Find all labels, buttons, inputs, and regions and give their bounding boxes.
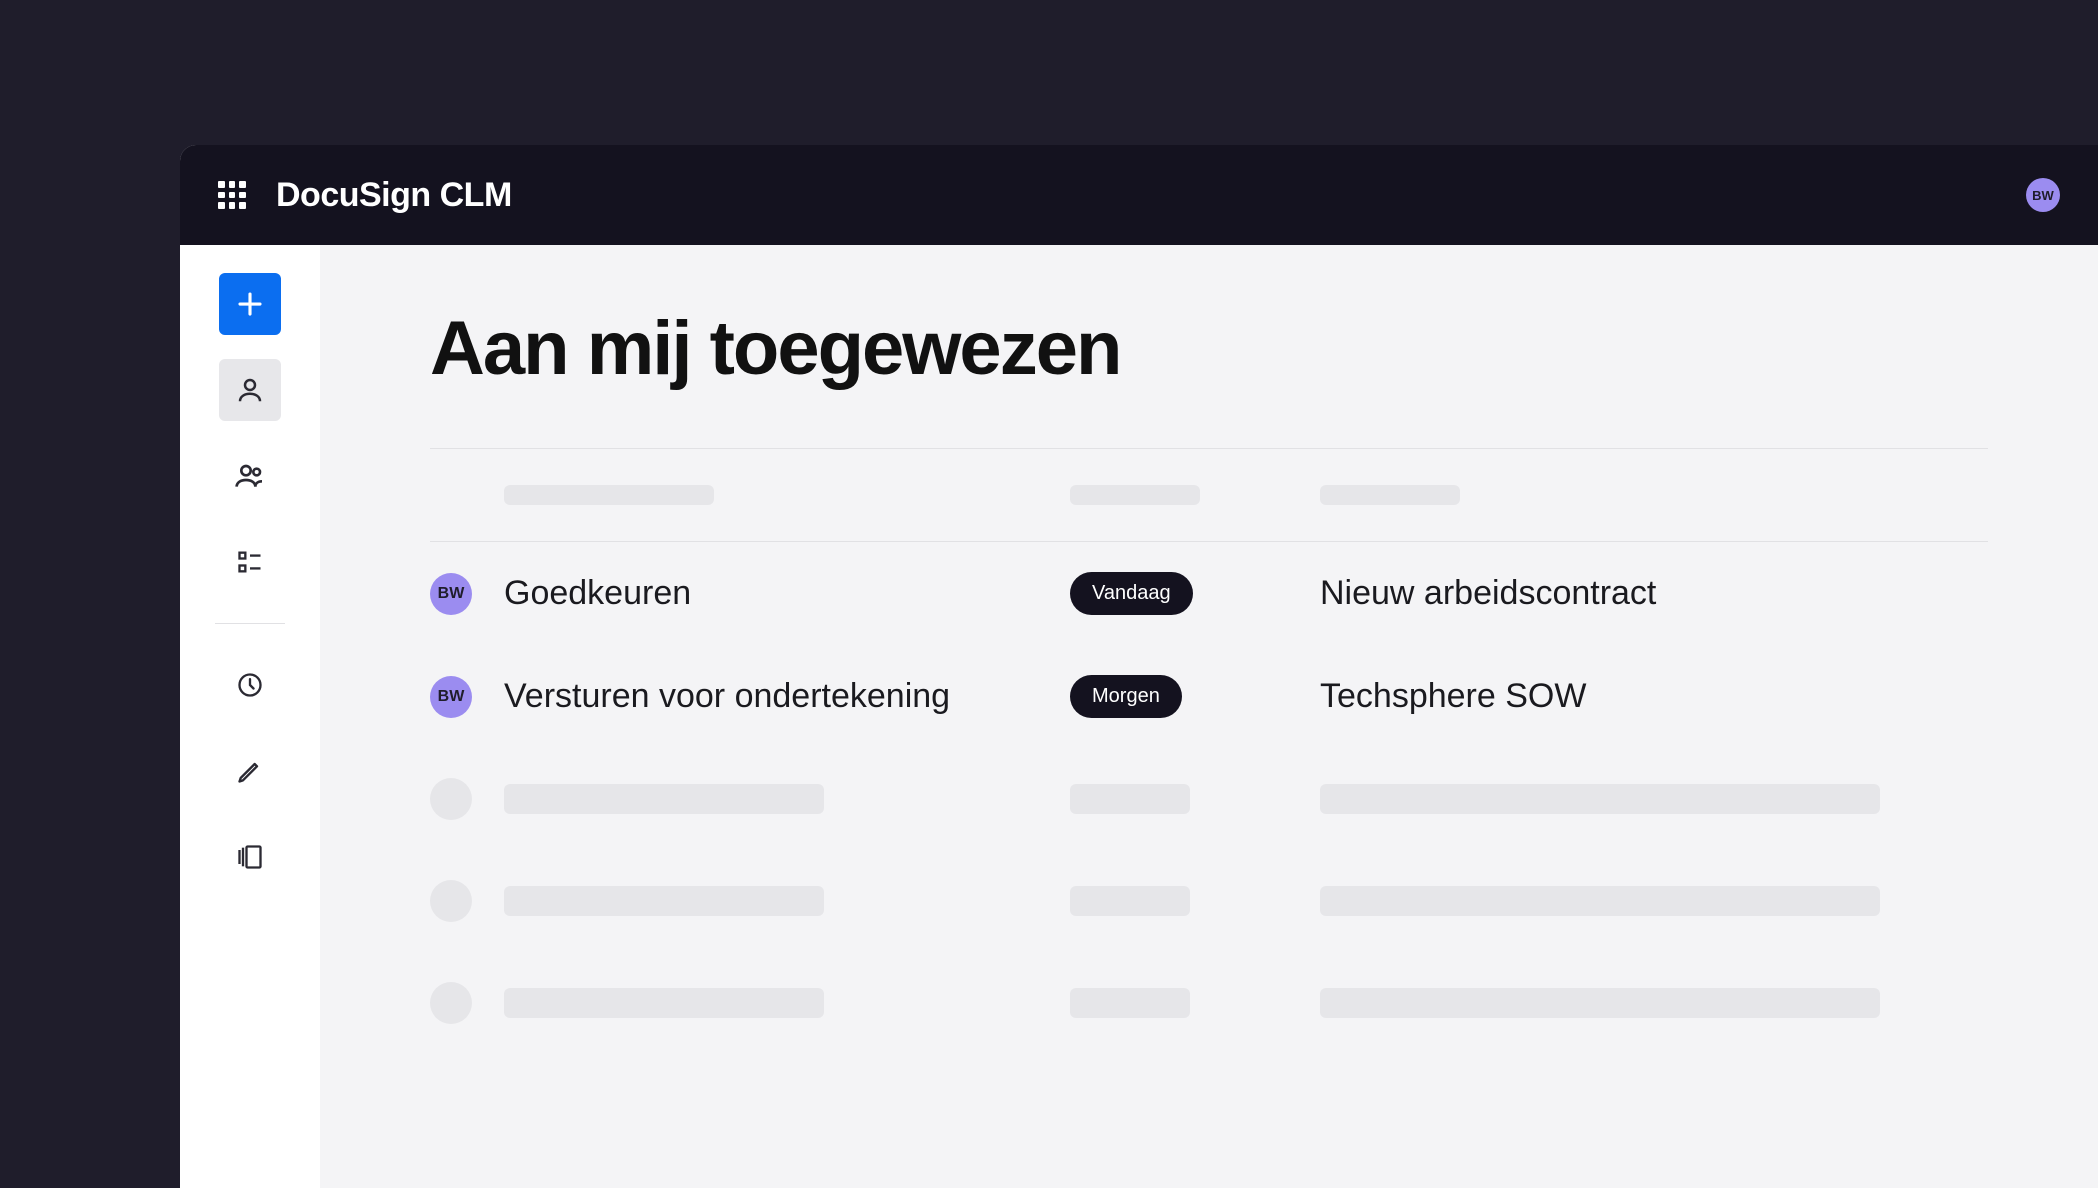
sidebar-item-sign[interactable] bbox=[219, 740, 281, 802]
documents-icon bbox=[236, 843, 264, 871]
header-placeholder bbox=[1070, 485, 1200, 505]
sidebar-item-people[interactable] bbox=[219, 445, 281, 507]
brand-logo: DocuSign CLM bbox=[276, 176, 512, 215]
skeleton-placeholder bbox=[430, 880, 472, 922]
clock-icon bbox=[236, 671, 264, 699]
topbar: DocuSign CLM BW bbox=[180, 145, 2098, 245]
page-title: Aan mij toegewezen bbox=[430, 305, 1988, 392]
list-icon bbox=[236, 548, 264, 576]
skeleton-placeholder bbox=[1320, 784, 1880, 814]
row-action-label: Versturen voor ondertekening bbox=[504, 677, 1070, 716]
brand-name: DocuSign bbox=[276, 176, 431, 214]
sidebar-item-assigned-to-me[interactable] bbox=[219, 359, 281, 421]
skeleton-placeholder bbox=[430, 778, 472, 820]
people-icon bbox=[234, 460, 266, 492]
skeleton-placeholder bbox=[1320, 886, 1880, 916]
app-window: DocuSign CLM BW bbox=[180, 145, 2098, 1188]
skeleton-placeholder bbox=[1070, 988, 1190, 1018]
skeleton-placeholder bbox=[1320, 988, 1880, 1018]
skeleton-placeholder bbox=[504, 988, 824, 1018]
table-header bbox=[430, 448, 1988, 542]
main-content: Aan mij toegewezen BW Goedkeuren Vandaag… bbox=[320, 245, 2098, 1188]
table-row[interactable]: BW Versturen voor ondertekening Morgen T… bbox=[430, 645, 1988, 748]
row-action-label: Goedkeuren bbox=[504, 574, 1070, 613]
brand-product: CLM bbox=[440, 176, 512, 214]
due-badge: Morgen bbox=[1070, 675, 1182, 718]
plus-icon bbox=[235, 289, 265, 319]
skeleton-placeholder bbox=[504, 886, 824, 916]
sidebar-item-recent[interactable] bbox=[219, 654, 281, 716]
user-avatar[interactable]: BW bbox=[2026, 178, 2060, 212]
row-document-name: Techsphere SOW bbox=[1320, 677, 1988, 716]
header-placeholder bbox=[504, 485, 714, 505]
sidebar-item-tasks[interactable] bbox=[219, 531, 281, 593]
skeleton-placeholder bbox=[1070, 784, 1190, 814]
skeleton-placeholder bbox=[430, 982, 472, 1024]
row-document-name: Nieuw arbeidscontract bbox=[1320, 574, 1988, 613]
create-button[interactable] bbox=[219, 273, 281, 335]
body: Aan mij toegewezen BW Goedkeuren Vandaag… bbox=[180, 245, 2098, 1188]
table-row-skeleton bbox=[430, 952, 1988, 1054]
sidebar-item-documents[interactable] bbox=[219, 826, 281, 888]
sidebar-divider bbox=[215, 623, 285, 624]
sidebar bbox=[180, 245, 320, 1188]
skeleton-placeholder bbox=[1070, 886, 1190, 916]
table-row-skeleton bbox=[430, 850, 1988, 952]
pen-icon bbox=[236, 757, 264, 785]
person-icon bbox=[235, 375, 265, 405]
header-placeholder bbox=[1320, 485, 1460, 505]
table-row[interactable]: BW Goedkeuren Vandaag Nieuw arbeidscontr… bbox=[430, 542, 1988, 645]
table-row-skeleton bbox=[430, 748, 1988, 850]
row-avatar: BW bbox=[430, 573, 472, 615]
row-avatar: BW bbox=[430, 676, 472, 718]
app-launcher-icon[interactable] bbox=[218, 181, 246, 209]
skeleton-placeholder bbox=[504, 784, 824, 814]
due-badge: Vandaag bbox=[1070, 572, 1193, 615]
